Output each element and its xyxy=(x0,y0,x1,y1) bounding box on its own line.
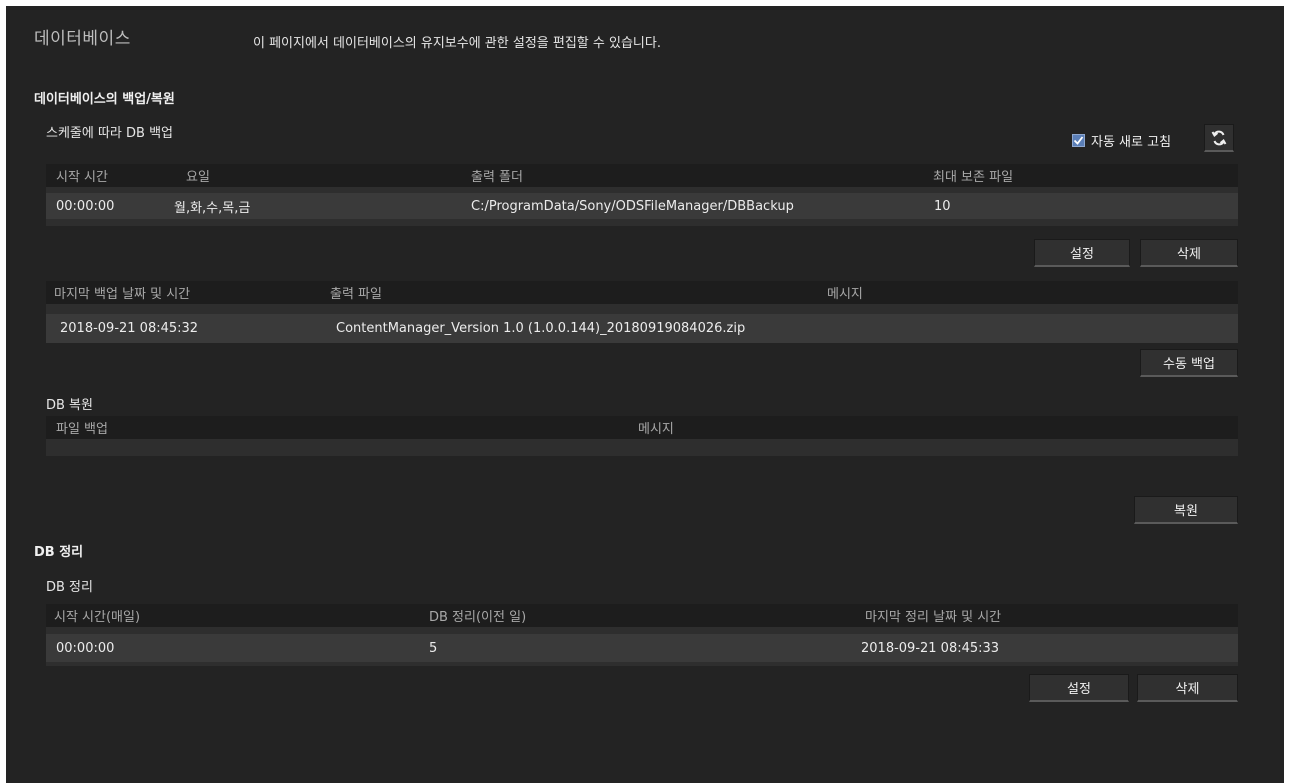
cleanup-start-time-cell: 00:00:00 xyxy=(56,640,115,656)
column-header[interactable]: 요일 xyxy=(186,164,210,187)
start-time-cell: 00:00:00 xyxy=(56,198,115,214)
schedule-delete-button[interactable]: 삭제 xyxy=(1140,239,1238,267)
cleanup-table: 시작 시간(매일) DB 정리(이전 일) 마지막 정리 날짜 및 시간 00:… xyxy=(46,604,1238,666)
auto-refresh-checkbox[interactable] xyxy=(1072,134,1085,147)
auto-refresh-label: 자동 새로 고침 xyxy=(1091,135,1172,150)
last-cleanup-time-cell: 2018-09-21 08:45:33 xyxy=(861,640,1000,656)
column-header[interactable]: 마지막 정리 날짜 및 시간 xyxy=(865,604,1001,627)
auto-refresh-toggle[interactable]: 자동 새로 고침 xyxy=(1072,131,1171,150)
page-description: 이 페이지에서 데이터베이스의 유지보수에 관한 설정을 편집할 수 있습니다. xyxy=(253,36,661,51)
cleanup-table-header: 시작 시간(매일) DB 정리(이전 일) 마지막 정리 날짜 및 시간 xyxy=(46,604,1238,627)
column-header[interactable]: 시작 시간 xyxy=(56,164,108,187)
table-row[interactable]: 00:00:00 5 2018-09-21 08:45:33 xyxy=(46,634,1238,662)
db-cleanup-section-title: DB 정리 xyxy=(34,545,84,560)
schedule-table-header: 시작 시간 요일 출력 폴더 최대 보존 파일 xyxy=(46,164,1238,187)
column-header[interactable]: 메시지 xyxy=(638,416,674,439)
db-cleanup-sub-title: DB 정리 xyxy=(46,580,93,595)
column-header[interactable]: 메시지 xyxy=(827,281,863,304)
column-header[interactable]: DB 정리(이전 일) xyxy=(429,604,526,627)
column-header[interactable]: 파일 백업 xyxy=(56,416,108,439)
column-header[interactable]: 마지막 백업 날짜 및 시간 xyxy=(54,281,190,304)
output-file-cell: ContentManager_Version 1.0 (1.0.0.144)_2… xyxy=(336,321,746,336)
output-folder-cell: C:/ProgramData/Sony/ODSFileManager/DBBac… xyxy=(471,198,794,214)
cleanup-set-button[interactable]: 설정 xyxy=(1029,674,1129,702)
table-row[interactable]: 2018-09-21 08:45:32 ContentManager_Versi… xyxy=(46,314,1238,343)
restore-button[interactable]: 복원 xyxy=(1134,496,1238,524)
column-header[interactable]: 시작 시간(매일) xyxy=(54,604,140,627)
restore-table: 파일 백업 메시지 xyxy=(46,416,1238,456)
db-restore-title: DB 복원 xyxy=(46,398,93,413)
schedule-table: 시작 시간 요일 출력 폴더 최대 보존 파일 00:00:00 월,화,수,목… xyxy=(46,164,1238,226)
cleanup-days-cell: 5 xyxy=(429,640,438,656)
schedule-backup-title: 스케줄에 따라 DB 백업 xyxy=(46,126,174,141)
check-icon xyxy=(1073,136,1084,145)
restore-table-header: 파일 백업 메시지 xyxy=(46,416,1238,439)
weekdays-cell: 월,화,수,목,금 xyxy=(174,200,251,216)
schedule-set-button[interactable]: 설정 xyxy=(1034,239,1130,267)
last-backup-time-cell: 2018-09-21 08:45:32 xyxy=(60,321,199,336)
column-header[interactable]: 출력 폴더 xyxy=(471,164,523,187)
cleanup-delete-button[interactable]: 삭제 xyxy=(1137,674,1238,702)
manual-backup-button[interactable]: 수동 백업 xyxy=(1140,349,1238,377)
backup-history-header: 마지막 백업 날짜 및 시간 출력 파일 메시지 xyxy=(46,281,1238,304)
max-files-cell: 10 xyxy=(934,198,951,214)
table-row[interactable]: 00:00:00 월,화,수,목,금 C:/ProgramData/Sony/O… xyxy=(46,193,1238,219)
column-header[interactable]: 출력 파일 xyxy=(330,281,382,304)
column-header[interactable]: 최대 보존 파일 xyxy=(933,164,1013,187)
refresh-button[interactable] xyxy=(1204,124,1234,152)
page-title: 데이터베이스 xyxy=(34,29,131,49)
database-page: 데이터베이스 이 페이지에서 데이터베이스의 유지보수에 관한 설정을 편집할 … xyxy=(6,6,1284,783)
backup-restore-section-title: 데이터베이스의 백업/복원 xyxy=(34,92,175,107)
refresh-icon xyxy=(1211,130,1227,145)
backup-history-table: 마지막 백업 날짜 및 시간 출력 파일 메시지 2018-09-21 08:4… xyxy=(46,281,1238,343)
